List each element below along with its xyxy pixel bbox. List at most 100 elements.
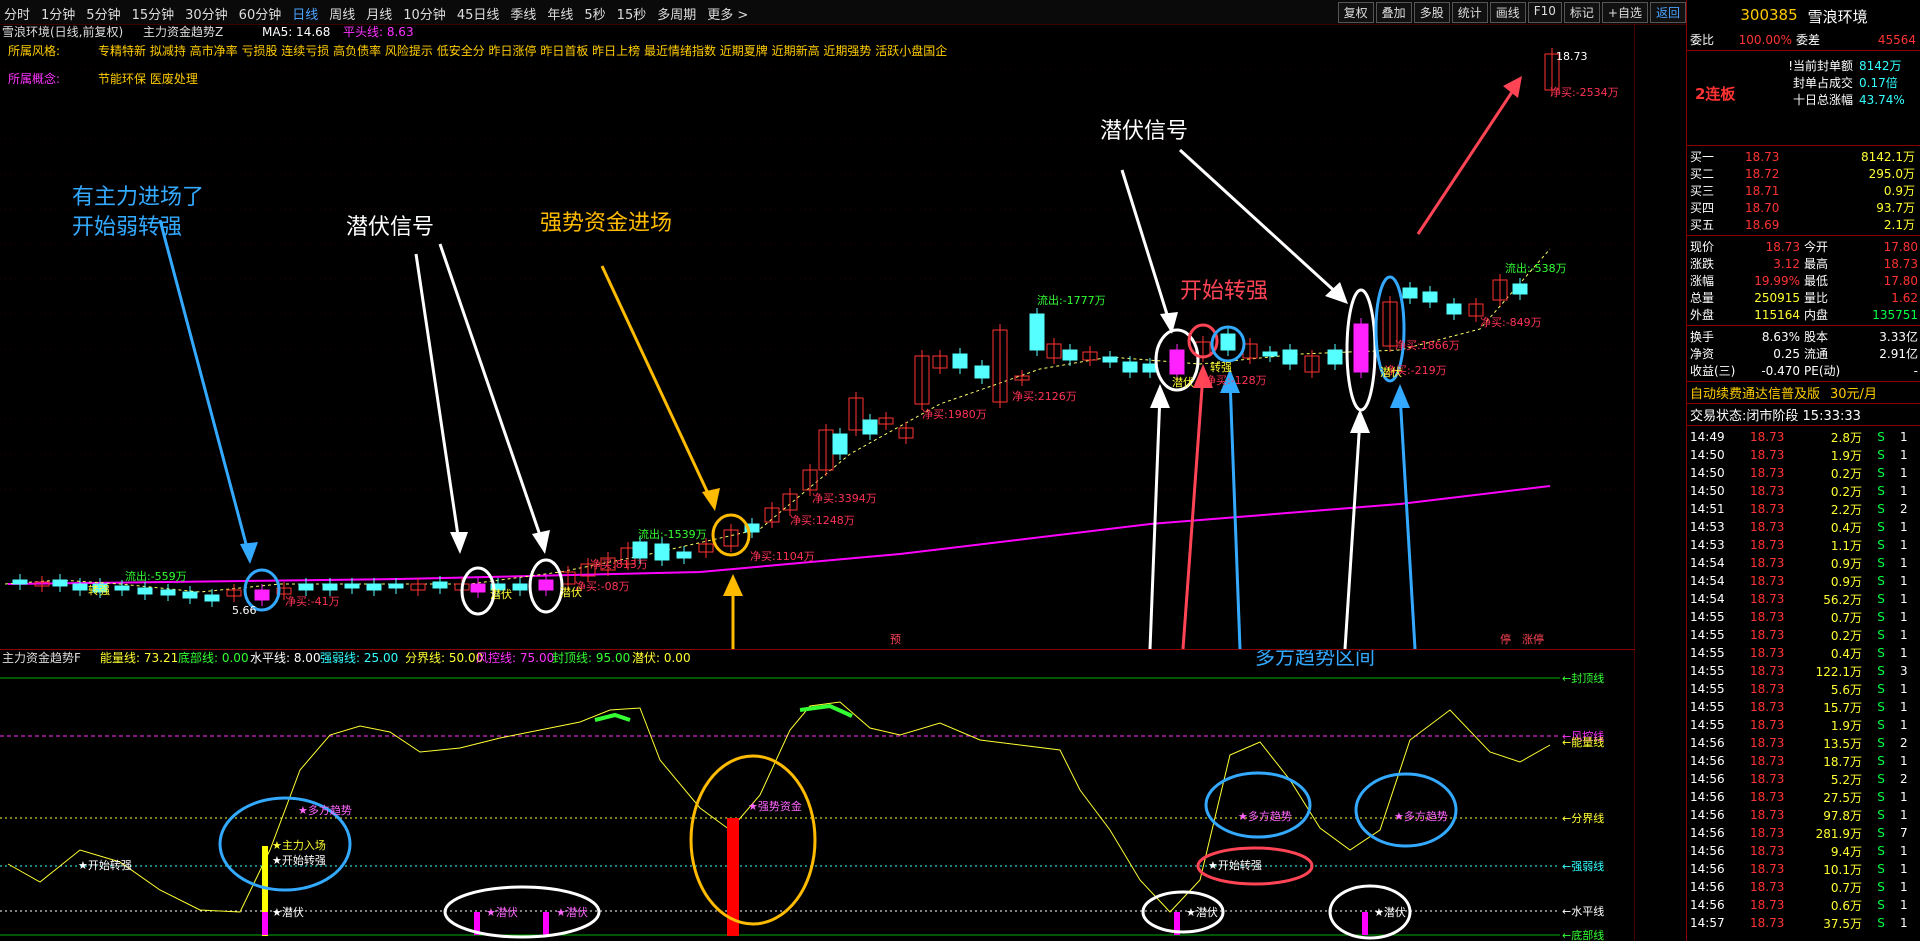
- tick-price: 18.73: [1750, 556, 1785, 570]
- signal-label: ★开始转强: [78, 858, 132, 872]
- ref-line-label: ←分界线: [1562, 811, 1604, 825]
- candle-body: [1353, 323, 1369, 373]
- quote-label: 收益(三): [1690, 364, 1736, 378]
- tool-button[interactable]: 叠加: [1375, 2, 1412, 23]
- candle-body: [1282, 349, 1298, 365]
- tick-time: 14:53: [1690, 538, 1725, 552]
- period-tab[interactable]: 5分钟: [86, 4, 120, 23]
- candlestick-chart[interactable]: 雪浪环境(日线,前复权) 主力资金趋势Z MA5: 14.68 平头线: 8.6…: [0, 24, 1635, 649]
- indicator-title: 主力资金趋势F: [2, 650, 81, 665]
- tick-count: 1: [1900, 574, 1908, 588]
- tool-button[interactable]: 画线: [1489, 2, 1526, 23]
- promo-price[interactable]: 30元/月: [1830, 383, 1877, 402]
- period-tab[interactable]: 周线: [329, 4, 355, 23]
- bid-row[interactable]: 买三 18.71 0.9万: [1687, 182, 1920, 199]
- blue-circle-ind-2: [1204, 771, 1312, 839]
- period-tab[interactable]: 日线: [292, 4, 318, 23]
- lazy-line-value: 平头线: 8.63: [343, 25, 414, 39]
- period-tab[interactable]: 15秒: [617, 4, 647, 23]
- seal-row: 封单占成交 0.17倍: [1765, 74, 1905, 91]
- bid-row[interactable]: 买五 18.69 2.1万: [1687, 216, 1920, 233]
- tick-count: 1: [1900, 448, 1908, 462]
- period-tab[interactable]: 5秒: [584, 4, 605, 23]
- tick-count: 1: [1900, 628, 1908, 642]
- tool-button[interactable]: 标记: [1563, 2, 1600, 23]
- candle-body: [344, 583, 360, 589]
- candle-body: [1512, 283, 1528, 295]
- indicator-signal-labels: ★开始转强★主力入场★开始转强★潜伏 ★潜伏 ★潜伏★多方趋势 ★强势资金★多方趋势★…: [78, 799, 1448, 919]
- weak-value: 强弱线: 25.00: [320, 651, 398, 665]
- tick-volume: 1.9万: [1830, 718, 1862, 733]
- candle-body: [1262, 351, 1278, 357]
- tick-row: 14:56 18.73 97.8万 S 1: [1687, 806, 1920, 824]
- flow-label: 流出:-1777万: [1037, 293, 1106, 307]
- tick-time: 14:55: [1690, 700, 1725, 714]
- tick-count: 1: [1900, 538, 1908, 552]
- period-tab[interactable]: 更多 >: [707, 4, 748, 23]
- quote-value: 2.91亿: [1879, 347, 1918, 361]
- indicator-chart[interactable]: 主力资金趋势F 能量线: 73.21 底部线: 0.00 水平线: 8.00 强…: [0, 650, 1635, 941]
- tick-price: 18.73: [1750, 484, 1785, 498]
- tick-row: 14:53 18.73 1.1万 S 1: [1687, 536, 1920, 554]
- promo-text[interactable]: 自动续费通达信普及版: [1690, 383, 1820, 402]
- signal-tag: 停: [1500, 632, 1511, 646]
- tick-list[interactable]: 14:49 18.73 2.8万 S 1 14:50 18.73 1.9万 S 1 14:50 18.…: [1687, 428, 1920, 932]
- seal-label: 封单占成交: [1792, 76, 1853, 90]
- seal-label: !当前封单额: [1788, 59, 1853, 73]
- bid-row[interactable]: 买四 18.70 93.7万: [1687, 199, 1920, 216]
- annotation-lurk-left: 潜伏信号: [346, 215, 434, 240]
- tool-button[interactable]: F10: [1527, 2, 1562, 23]
- tool-button[interactable]: +自选: [1601, 2, 1648, 23]
- quote-row: 外盘 115164 内盘 135751: [1687, 306, 1920, 323]
- signal-label: ★开始转强: [272, 853, 326, 867]
- period-tab[interactable]: 月线: [366, 4, 392, 23]
- buy-label: 净买:1104万: [750, 549, 815, 563]
- stock-name: 雪浪环境: [1807, 8, 1868, 26]
- tick-row: 14:56 18.73 27.5万 S 1: [1687, 788, 1920, 806]
- price-grid: [0, 68, 1635, 490]
- promo-row[interactable]: 自动续费通达信普及版 30元/月: [1687, 383, 1920, 402]
- tick-price: 18.73: [1750, 466, 1785, 480]
- period-tab[interactable]: 10分钟: [403, 4, 446, 23]
- tool-button[interactable]: 统计: [1451, 2, 1488, 23]
- period-tab[interactable]: 45日线: [457, 4, 500, 23]
- period-tab[interactable]: 1分钟: [41, 4, 75, 23]
- bid-price: 18.73: [1745, 149, 1780, 164]
- indicator-pane[interactable]: 主力资金趋势F 能量线: 73.21 底部线: 0.00 水平线: 8.00 强…: [0, 650, 1635, 941]
- tool-button[interactable]: 多股: [1413, 2, 1450, 23]
- tick-row: 14:56 18.73 0.6万 S 1: [1687, 896, 1920, 914]
- quote-value: -: [1913, 363, 1918, 378]
- bid-row[interactable]: 买一 18.73 8142.1万: [1687, 148, 1920, 165]
- period-tab[interactable]: 年线: [547, 4, 573, 23]
- tick-price: 18.73: [1750, 520, 1785, 534]
- period-tab[interactable]: 30分钟: [185, 4, 228, 23]
- bid-label: 买二: [1690, 167, 1715, 181]
- tick-time: 14:55: [1690, 628, 1725, 642]
- tick-count: 1: [1900, 682, 1908, 696]
- tick-time: 14:56: [1690, 790, 1725, 804]
- price-chart-pane[interactable]: 雪浪环境(日线,前复权) 主力资金趋势Z MA5: 14.68 平头线: 8.6…: [0, 24, 1635, 650]
- quote-label: 股本: [1804, 330, 1829, 344]
- tool-button[interactable]: 复权: [1337, 2, 1374, 23]
- white-arrow-2: [438, 243, 545, 545]
- tool-button[interactable]: 返回: [1649, 2, 1686, 23]
- orange-circle-ind-1: [689, 754, 817, 926]
- red-arrow-up-1: [1181, 373, 1205, 649]
- period-tab[interactable]: 多周期: [657, 4, 696, 23]
- period-tab[interactable]: 60分钟: [239, 4, 282, 23]
- arrow-head: [1350, 409, 1370, 433]
- candle-body: [137, 587, 153, 595]
- tick-count: 1: [1900, 844, 1908, 858]
- buy-label: 净买:-2534万: [1550, 85, 1619, 99]
- tick-count: 1: [1900, 466, 1908, 480]
- tick-time: 14:57: [1690, 916, 1725, 930]
- quote-value: 3.12: [1773, 256, 1800, 271]
- tick-volume: 0.2万: [1830, 466, 1862, 481]
- tick-volume: 15.7万: [1823, 700, 1862, 715]
- bid-row[interactable]: 买二 18.72 295.0万: [1687, 165, 1920, 182]
- period-tab[interactable]: 季线: [510, 4, 536, 23]
- period-tab[interactable]: 15分钟: [132, 4, 175, 23]
- period-tab[interactable]: 分时: [4, 4, 30, 23]
- quote-value: 17.80: [1883, 239, 1918, 254]
- tick-row: 14:55 18.73 122.1万 S 3: [1687, 662, 1920, 680]
